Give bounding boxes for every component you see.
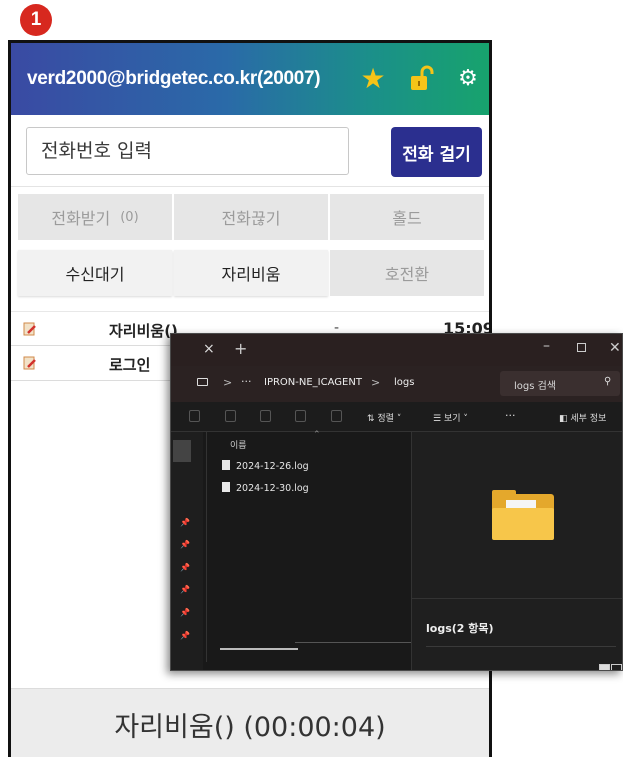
search-placeholder: logs 검색 bbox=[514, 381, 557, 392]
hold-button[interactable]: 홀드 bbox=[330, 194, 484, 240]
sort-button[interactable]: ⇅ 정렬 ˅ bbox=[367, 411, 401, 424]
nav-selected-item[interactable] bbox=[173, 440, 191, 462]
pin-icon: 📌 bbox=[180, 518, 190, 527]
view-toggle-group bbox=[598, 659, 622, 670]
minimize-icon[interactable]: – bbox=[543, 338, 550, 354]
more-options-button[interactable]: ··· bbox=[505, 409, 516, 422]
transfer-button[interactable]: 호전환 bbox=[330, 250, 484, 296]
tiles-view-icon[interactable] bbox=[611, 664, 622, 670]
column-header-name[interactable]: 이름 bbox=[230, 438, 247, 451]
sort-chevron-icon: ⌃ bbox=[313, 430, 321, 440]
details-pane-button[interactable]: ◧ 세부 정보 bbox=[559, 411, 606, 424]
breadcrumb-folder[interactable]: IPRON-NE_ICAGENT bbox=[264, 377, 362, 388]
call-control-grid: 전화받기 (0) 전화끊기 홀드 수신대기 자리비움 호전환 bbox=[11, 187, 489, 305]
copy-icon[interactable] bbox=[189, 410, 200, 422]
file-row[interactable]: 2024-12-30.log bbox=[222, 482, 309, 494]
folder-icon bbox=[492, 490, 554, 540]
pin-icon: 📌 bbox=[180, 585, 190, 594]
ready-label: 수신대기 bbox=[65, 265, 125, 284]
view-label: 보기 bbox=[443, 414, 461, 424]
delete-icon[interactable] bbox=[331, 410, 342, 422]
breadcrumb-separator: > bbox=[223, 376, 233, 389]
log-file-icon bbox=[222, 482, 230, 492]
call-button[interactable]: 전화 걸기 bbox=[391, 127, 482, 177]
breadcrumb-current[interactable]: logs bbox=[394, 377, 414, 388]
file-list-pane: ⌃ 이름 2024-12-26.log 2024-12-30.log bbox=[208, 430, 435, 670]
step-number-badge: 1 bbox=[20, 4, 52, 36]
answer-call-label: 전화받기 bbox=[51, 209, 111, 228]
close-icon[interactable]: ✕ bbox=[609, 340, 621, 356]
sort-label: 정렬 bbox=[377, 414, 394, 424]
unlock-icon[interactable] bbox=[405, 61, 439, 95]
explorer-titlebar: × + – ✕ bbox=[171, 334, 622, 366]
dial-row: 전화 걸기 bbox=[11, 115, 489, 187]
agent-user-id: verd2000@bridgetec.co.kr(20007) bbox=[27, 68, 321, 89]
hangup-label: 전화끊기 bbox=[221, 209, 281, 228]
ready-button[interactable]: 수신대기 bbox=[18, 250, 172, 296]
file-row[interactable]: 2024-12-26.log bbox=[222, 460, 309, 472]
agent-status-text: 자리비움() (00:00:04) bbox=[114, 712, 386, 743]
star-icon[interactable]: ★ bbox=[356, 61, 390, 95]
away-button[interactable]: 자리비움 bbox=[174, 250, 328, 296]
agent-header: verd2000@bridgetec.co.kr(20007) ★ ⚙ bbox=[11, 43, 489, 115]
log-file-icon bbox=[222, 460, 230, 470]
details-label: 세부 정보 bbox=[570, 414, 607, 424]
gear-icon[interactable]: ⚙ bbox=[451, 61, 485, 95]
share-icon[interactable] bbox=[295, 410, 306, 422]
command-bar: ⇅ 정렬 ˅ ☰ 보기 ˅ ··· ◧ 세부 정보 bbox=[171, 402, 622, 432]
pin-icon: 📌 bbox=[180, 563, 190, 572]
divider bbox=[412, 598, 622, 599]
rename-icon[interactable] bbox=[260, 410, 271, 422]
tab-close-icon[interactable]: × bbox=[203, 341, 215, 357]
away-label: 자리비움 bbox=[221, 265, 281, 284]
new-tab-icon[interactable]: + bbox=[234, 339, 247, 358]
view-button[interactable]: ☰ 보기 ˅ bbox=[433, 411, 468, 424]
breadcrumb-more[interactable]: ··· bbox=[241, 375, 252, 388]
history-status: 자리비움() bbox=[109, 322, 178, 340]
answer-call-count: (0) bbox=[120, 209, 139, 225]
edit-note-icon bbox=[23, 356, 36, 370]
file-name: 2024-12-30.log bbox=[236, 483, 309, 494]
horizontal-scrollbar[interactable] bbox=[220, 648, 298, 650]
details-view-icon[interactable] bbox=[599, 664, 610, 670]
address-bar: > ··· IPRON-NE_ICAGENT > logs logs 검색 ⚲ bbox=[171, 366, 622, 402]
breadcrumb-separator: > bbox=[371, 376, 381, 389]
pin-icon: 📌 bbox=[180, 540, 190, 549]
details-pane: logs(2 항목) bbox=[411, 432, 622, 670]
paste-icon[interactable] bbox=[225, 410, 236, 422]
search-icon: ⚲ bbox=[604, 376, 612, 387]
hold-label: 홀드 bbox=[392, 209, 422, 228]
agent-status-bar: 자리비움() (00:00:04) bbox=[11, 688, 489, 757]
pin-icon: 📌 bbox=[180, 608, 190, 617]
transfer-label: 호전환 bbox=[384, 265, 430, 284]
phone-number-input[interactable] bbox=[26, 127, 349, 175]
folder-summary: logs(2 항목) bbox=[426, 622, 494, 635]
file-name: 2024-12-26.log bbox=[236, 461, 309, 472]
history-status: 로그인 bbox=[109, 356, 151, 374]
hangup-button[interactable]: 전화끊기 bbox=[174, 194, 328, 240]
navigation-pane: 📌 📌 📌 📌 📌 📌 bbox=[171, 432, 203, 670]
computer-icon[interactable] bbox=[197, 378, 208, 386]
file-explorer-window: × + – ✕ > ··· IPRON-NE_ICAGENT > logs lo… bbox=[170, 333, 623, 671]
edit-note-icon bbox=[23, 322, 36, 336]
maximize-icon[interactable] bbox=[577, 343, 586, 352]
pin-icon: 📌 bbox=[180, 631, 190, 640]
pane-divider[interactable] bbox=[206, 432, 207, 662]
answer-call-button[interactable]: 전화받기 (0) bbox=[18, 194, 172, 240]
explorer-search-input[interactable]: logs 검색 ⚲ bbox=[500, 371, 620, 396]
divider bbox=[426, 646, 616, 647]
